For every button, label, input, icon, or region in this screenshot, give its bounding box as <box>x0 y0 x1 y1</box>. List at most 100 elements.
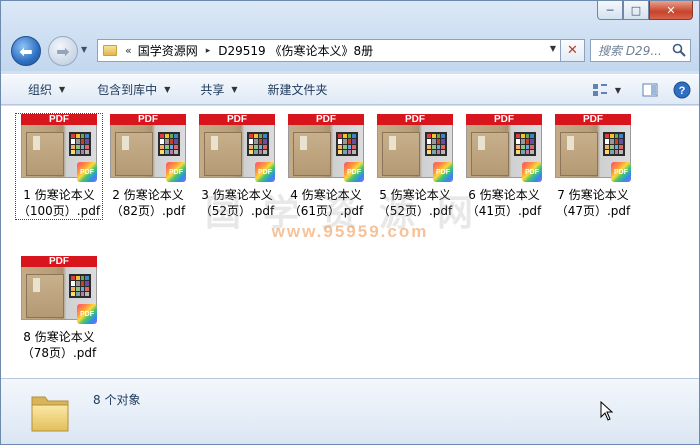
chart-swatch <box>75 134 80 139</box>
pdf-band-label: PDF <box>21 256 97 267</box>
chart-swatch <box>249 149 253 154</box>
chart-swatch <box>619 139 623 144</box>
pdf-band-label: PDF <box>21 114 97 125</box>
file-item[interactable]: PDF PDF 5 伤寒论本义（52页）.pdf <box>372 114 458 219</box>
chart-swatch <box>164 144 169 149</box>
search-input[interactable]: 搜索 D29... <box>598 42 670 59</box>
breadcrumb-overflow-icon[interactable]: « <box>125 44 132 57</box>
chart-swatch <box>71 134 75 139</box>
pdf-band-label: PDF <box>555 114 631 125</box>
breadcrumb-separator-icon[interactable]: ▸ <box>206 46 211 56</box>
chart-swatch <box>342 149 347 154</box>
chart-swatch <box>160 134 164 139</box>
file-item[interactable]: PDF PDF 6 伤寒论本义（41页）.pdf <box>461 114 547 219</box>
chart-swatch <box>253 144 258 149</box>
stop-button[interactable]: ✕ <box>560 40 584 61</box>
chart-swatch <box>75 139 80 144</box>
chart-swatch <box>516 139 520 144</box>
breadcrumb-item-root[interactable]: 国学资源网 <box>138 42 198 59</box>
chart-swatch <box>342 134 347 139</box>
chart-swatch <box>338 134 342 139</box>
preview-pane-button[interactable] <box>639 80 661 100</box>
chart-swatch <box>431 149 436 154</box>
chart-swatch <box>530 149 534 154</box>
close-icon: ✕ <box>567 43 578 58</box>
breadcrumb-item-current[interactable]: D29519 《伤寒论本义》8册 <box>218 42 373 59</box>
chart-swatch <box>609 139 614 144</box>
file-item[interactable]: PDF PDF 3 伤寒论本义（52页）.pdf <box>194 114 280 219</box>
chart-swatch <box>530 134 534 139</box>
file-item[interactable]: PDF PDF 8 伤寒论本义（78页）.pdf <box>16 256 102 361</box>
chart-swatch <box>530 139 534 144</box>
include-in-library-menu[interactable]: 包含到库中 ▼ <box>77 75 182 104</box>
maximize-button[interactable]: □ <box>623 1 649 20</box>
chart-swatch <box>605 139 609 144</box>
chart-swatch <box>525 149 530 154</box>
chart-swatch <box>516 149 520 154</box>
chart-swatch <box>525 139 530 144</box>
change-view-button[interactable] <box>589 80 611 100</box>
book-cover-image <box>115 132 153 176</box>
chart-swatch <box>164 139 169 144</box>
file-item[interactable]: PDF PDF 1 伤寒论本义（100页）.pdf <box>15 113 103 220</box>
new-folder-label: 新建文件夹 <box>267 83 328 97</box>
search-icon[interactable] <box>672 43 686 57</box>
chart-swatch <box>174 134 178 139</box>
chart-swatch <box>80 149 85 154</box>
color-chart-image <box>158 132 180 156</box>
item-count: 8 个对象 <box>93 393 141 407</box>
close-button[interactable]: ✕ <box>649 1 693 20</box>
chart-swatch <box>249 134 253 139</box>
organize-menu[interactable]: 组织 ▼ <box>1 75 77 104</box>
chart-swatch <box>258 134 263 139</box>
file-name: 5 伤寒论本义（52页）.pdf <box>377 188 453 218</box>
chart-swatch <box>427 144 431 149</box>
file-list[interactable]: PDF PDF 1 伤寒论本义（100页）.pdf PDF PDF 2 伤寒论本义（82页… <box>1 106 699 378</box>
forward-button[interactable]: ➡ <box>48 36 78 66</box>
chart-swatch <box>338 149 342 154</box>
book-label-image <box>478 136 485 150</box>
chart-swatch <box>516 134 520 139</box>
color-chart-image <box>69 274 91 298</box>
address-history-dropdown-icon[interactable]: ▼ <box>550 44 556 53</box>
chart-swatch <box>164 134 169 139</box>
details-pane: 8 个对象 <box>1 378 699 444</box>
file-item[interactable]: PDF PDF 2 伤寒论本义（82页）.pdf <box>105 114 191 219</box>
chart-swatch <box>342 144 347 149</box>
back-button[interactable]: ⬅ <box>11 36 41 66</box>
chart-swatch <box>520 139 525 144</box>
search-box[interactable]: 搜索 D29... <box>590 39 691 62</box>
chart-swatch <box>436 139 441 144</box>
chart-swatch <box>338 139 342 144</box>
share-menu[interactable]: 共享 ▼ <box>182 75 249 104</box>
chart-swatch <box>253 149 258 154</box>
file-item[interactable]: PDF PDF 4 伤寒论本义（61页）.pdf <box>283 114 369 219</box>
chart-swatch <box>520 134 525 139</box>
breadcrumb: 国学资源网 ▸ D29519 《伤寒论本义》8册 <box>138 42 373 59</box>
recent-pages-dropdown[interactable]: ▼ <box>81 45 93 57</box>
chart-swatch <box>263 139 267 144</box>
chart-swatch <box>75 149 80 154</box>
pdf-file-icon: PDF <box>522 162 542 182</box>
file-item[interactable]: PDF PDF 7 伤寒论本义（47页）.pdf <box>550 114 636 219</box>
help-button[interactable]: ? <box>671 80 693 100</box>
chart-swatch <box>263 144 267 149</box>
window-controls: ─ □ ✕ <box>597 1 693 20</box>
chart-swatch <box>169 149 174 154</box>
file-name: 8 伤寒论本义（78页）.pdf <box>21 330 97 360</box>
svg-text:?: ? <box>679 85 686 97</box>
close-icon: ✕ <box>666 3 676 17</box>
chart-swatch <box>352 134 356 139</box>
new-folder-button[interactable]: 新建文件夹 <box>250 75 340 104</box>
address-bar[interactable]: « 国学资源网 ▸ D29519 《伤寒论本义》8册 ▼ ✕ <box>97 39 585 62</box>
minimize-button[interactable]: ─ <box>597 1 623 20</box>
file-name: 1 伤寒论本义（100页）.pdf <box>17 188 101 218</box>
chart-swatch <box>174 144 178 149</box>
book-label-image <box>33 136 40 150</box>
folder-icon <box>31 396 69 432</box>
chart-swatch <box>605 134 609 139</box>
view-options-dropdown-icon[interactable]: ▼ <box>615 86 621 95</box>
chart-swatch <box>427 149 431 154</box>
chart-swatch <box>427 134 431 139</box>
mouse-cursor-icon <box>600 401 614 421</box>
